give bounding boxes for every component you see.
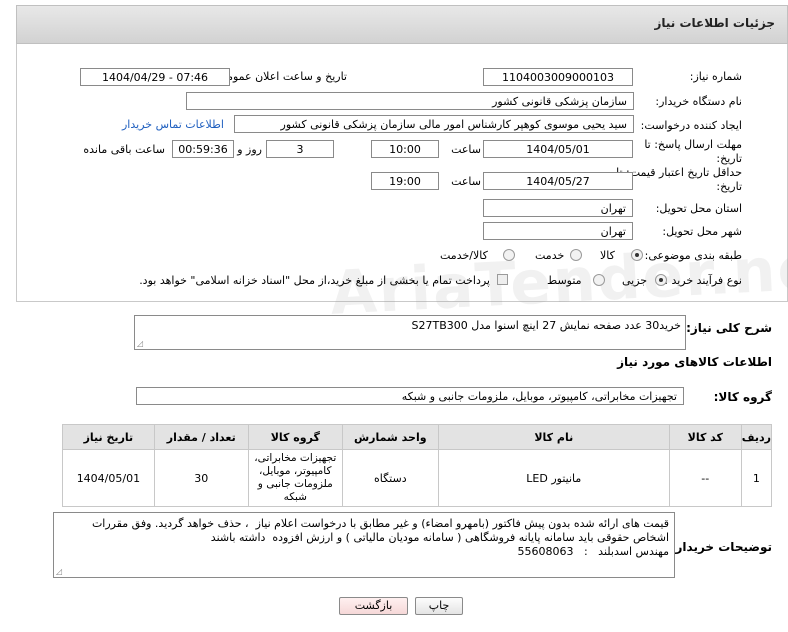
process-radio-minor[interactable] — [655, 274, 667, 286]
category-radio-goods[interactable] — [631, 249, 643, 261]
description-text: خرید30 عدد صفحه نمایش 27 اینچ اسنوا مدل … — [411, 319, 681, 332]
category-option-service: خدمت — [535, 249, 565, 262]
announce-date-label: تاریخ و ساعت اعلان عمومی: — [214, 70, 347, 83]
need-number-label: شماره نیاز: — [689, 70, 742, 83]
resize-handle-icon[interactable]: ◿ — [56, 567, 62, 576]
goods-group-label: گروه کالا: — [713, 390, 772, 404]
creator-field: سید یحیی موسوی کوهپر کارشناس امور مالی س… — [234, 115, 634, 133]
panel-header: جزئیات اطلاعات نیاز — [16, 5, 788, 44]
col-row-header: ردیف — [740, 424, 773, 450]
cell-code: -- — [668, 449, 742, 507]
announce-date-field: 1404/04/29 - 07:46 — [80, 68, 230, 86]
cell-group: تجهیزات مخابراتی، کامپیوتر، موبایل، ملزو… — [247, 449, 343, 507]
page-title: جزئیات اطلاعات نیاز — [654, 16, 775, 30]
process-type-label: نوع فرآیند خرید : — [664, 274, 742, 287]
description-textarea[interactable]: خرید30 عدد صفحه نمایش 27 اینچ اسنوا مدل … — [134, 315, 686, 350]
description-label: شرح کلی نیاز: — [686, 321, 772, 335]
col-date-header: تاریخ نیاز — [62, 424, 155, 450]
price-valid-date-field: 1404/05/27 — [483, 172, 633, 190]
category-label: طبقه بندی موضوعی: — [644, 249, 742, 262]
reply-time-field: 10:00 — [371, 140, 439, 158]
reply-time-label: ساعت — [451, 143, 481, 156]
col-unit-header: واحد شمارش — [341, 424, 439, 450]
time-remaining-label: ساعت باقی مانده — [83, 143, 165, 156]
process-option-minor: جزیی — [622, 274, 648, 287]
goods-section-title: اطلاعات کالاهای مورد نیاز — [617, 355, 772, 369]
buyer-org-field: سازمان پزشکی قانونی کشور — [186, 92, 634, 110]
buyer-org-label: نام دستگاه خریدار: — [655, 95, 742, 108]
days-remaining-field: 3 — [266, 140, 334, 158]
city-field: تهران — [483, 222, 633, 240]
reply-date-field: 1404/05/01 — [483, 140, 633, 158]
city-label: شهر محل تحویل: — [662, 225, 742, 238]
buyer-notes-text: قیمت های ارائه شده بدون پیش فاکتور (بامه… — [91, 517, 669, 558]
cell-date: 1404/05/01 — [62, 449, 155, 507]
need-number-field: 1104003009000103 — [483, 68, 633, 86]
col-group-header: گروه کالا — [247, 424, 343, 450]
treasury-payment-checkbox[interactable] — [497, 274, 508, 285]
resize-handle-icon[interactable]: ◿ — [137, 339, 143, 348]
reply-deadline-label: مهلت ارسال پاسخ: تا تاریخ: — [644, 138, 742, 165]
time-remaining-field: 00:59:36 — [172, 140, 234, 158]
table-header-row: ردیف کد کالا نام کالا واحد شمارش گروه کا… — [62, 424, 773, 450]
cell-name: مانیتور LED — [437, 449, 670, 507]
price-valid-time-label: ساعت — [451, 175, 481, 188]
back-button[interactable]: بازگشت — [339, 597, 408, 615]
col-name-header: نام کالا — [437, 424, 670, 450]
cell-qty: 30 — [153, 449, 249, 507]
process-radio-medium[interactable] — [593, 274, 605, 286]
province-field: تهران — [483, 199, 633, 217]
category-radio-goods-service[interactable] — [503, 249, 515, 261]
category-radio-service[interactable] — [570, 249, 582, 261]
table-row: 1 -- مانیتور LED دستگاه تجهیزات مخابراتی… — [62, 449, 773, 507]
category-option-goods: کالا — [600, 249, 615, 262]
print-button[interactable]: چاپ — [415, 597, 463, 615]
buyer-notes-label: توضیحات خریدار: — [670, 540, 772, 554]
col-qty-header: تعداد / مقدار — [153, 424, 249, 450]
cell-row: 1 — [740, 449, 773, 507]
days-label: روز و — [237, 143, 262, 156]
col-code-header: کد کالا — [668, 424, 742, 450]
goods-group-field: تجهیزات مخابراتی، کامپیوتر، موبایل، ملزو… — [136, 387, 684, 405]
buyer-notes-textarea[interactable]: قیمت های ارائه شده بدون پیش فاکتور (بامه… — [53, 512, 675, 578]
goods-table: ردیف کد کالا نام کالا واحد شمارش گروه کا… — [62, 424, 773, 507]
cell-unit: دستگاه — [341, 449, 439, 507]
buyer-contact-link[interactable]: اطلاعات تماس خریدار — [122, 118, 224, 131]
price-valid-time-field: 19:00 — [371, 172, 439, 190]
process-option-medium: متوسط — [547, 274, 582, 287]
creator-label: ایجاد کننده درخواست: — [640, 119, 742, 132]
treasury-payment-note: پرداخت تمام یا بخشی از مبلغ خرید،از محل … — [139, 274, 490, 287]
category-option-goods-service: کالا/خدمت — [440, 249, 488, 262]
province-label: استان محل تحویل: — [655, 202, 742, 215]
